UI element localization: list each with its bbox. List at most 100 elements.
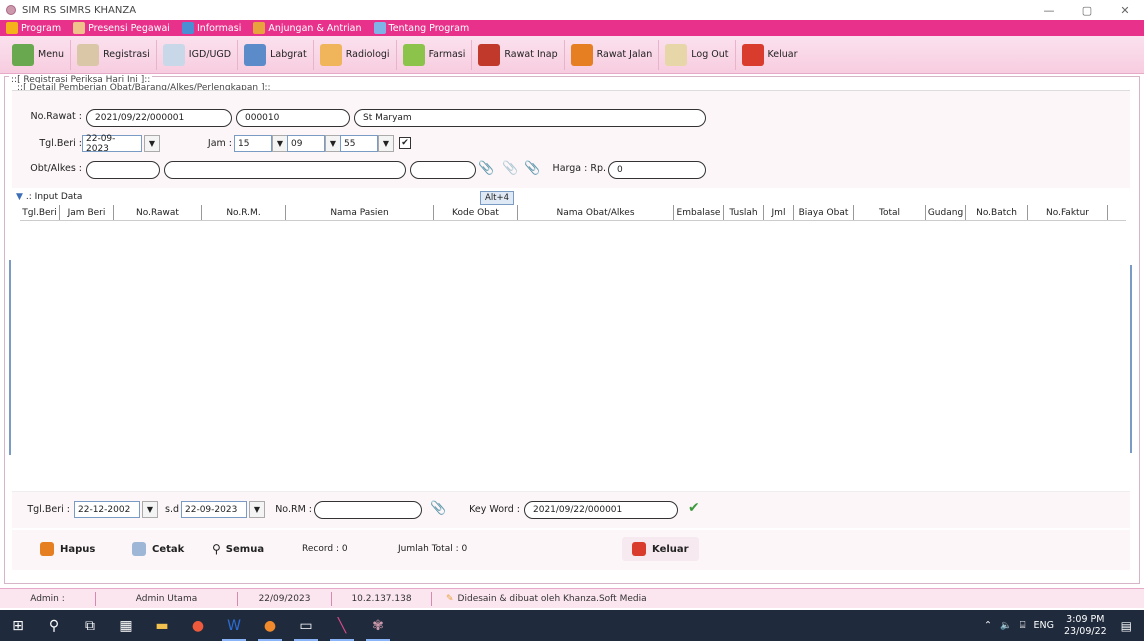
clock-date: 23/09/22 xyxy=(1063,625,1107,637)
search-check-icon[interactable]: ✔ xyxy=(688,500,700,516)
jam-minute-dropdown-icon[interactable]: ▼ xyxy=(325,135,341,152)
maximize-button[interactable]: ▢ xyxy=(1068,0,1106,20)
toolbar-rawat-inap-button[interactable]: Rawat Inap xyxy=(472,39,565,70)
filter-tgl-from-dropdown-icon[interactable]: ▼ xyxy=(142,501,158,518)
lab-icon xyxy=(244,43,267,66)
word-icon[interactable]: W xyxy=(216,610,252,641)
col-tgl-beri[interactable]: Tgl.Beri xyxy=(20,205,60,220)
language-indicator[interactable]: ENG xyxy=(1034,620,1054,631)
semua-button[interactable]: ⚲ Semua xyxy=(202,537,274,561)
tray-chevron-icon[interactable]: ⌃ xyxy=(984,620,992,631)
col-no-rawat[interactable]: No.Rawat xyxy=(114,205,202,220)
toolbar-keluar-button[interactable]: Keluar xyxy=(736,40,804,70)
col-kode-obat[interactable]: Kode Obat xyxy=(434,205,518,220)
menu-informasi[interactable]: Informasi xyxy=(181,22,241,34)
norm-field[interactable] xyxy=(314,501,422,519)
record-count: Record : 0 xyxy=(302,544,348,554)
left-scroll-indicator xyxy=(9,260,11,455)
keluar-button[interactable]: Keluar xyxy=(622,537,699,561)
tgl-beri-dropdown-icon[interactable]: ▼ xyxy=(144,135,160,152)
toolbar-logout-button[interactable]: Log Out xyxy=(659,39,736,70)
kode-obat-field[interactable] xyxy=(86,161,160,179)
attach-icon[interactable]: 📎 xyxy=(502,161,518,176)
toolbar-rawat-jalan-button[interactable]: Rawat Jalan xyxy=(565,39,660,70)
search-icon[interactable]: ⚲ xyxy=(36,610,72,641)
app-p-icon[interactable]: ● xyxy=(252,610,288,641)
table-body[interactable] xyxy=(20,221,1126,489)
attach-alt-icon[interactable]: 📎 xyxy=(524,161,540,176)
filter-tgl-from-field[interactable]: 22-12-2002 xyxy=(74,501,140,518)
satuan-field[interactable] xyxy=(410,161,476,179)
col-no-faktur[interactable]: No.Faktur xyxy=(1028,205,1108,220)
pharmacy-icon xyxy=(402,43,425,66)
jam-hour-field[interactable]: 15 xyxy=(234,135,272,152)
no-rawat-field[interactable]: 2021/09/22/000001 xyxy=(86,109,232,127)
bottom-actions: Hapus Cetak ⚲ Semua Record : 0 Jumlah Tot… xyxy=(12,530,1130,570)
status-credit: ✎ Didesain & dibuat oleh Khanza.Soft Medi… xyxy=(446,593,647,604)
notification-icon[interactable]: ▤ xyxy=(1121,619,1132,633)
windows-start-icon[interactable]: ⊞ xyxy=(0,610,36,641)
status-bar: Admin : Admin Utama 22/09/2023 10.2.137.… xyxy=(0,588,1144,608)
filter-tgl-to-field[interactable]: 22-09-2023 xyxy=(181,501,247,518)
terminal-icon[interactable]: ▭ xyxy=(288,610,324,641)
chrome-icon[interactable]: ● xyxy=(180,610,216,641)
network-icon[interactable]: ⌸ xyxy=(1020,620,1026,631)
menu-presensi[interactable]: Presensi Pegawai xyxy=(73,22,170,34)
col-no-rm[interactable]: No.R.M. xyxy=(202,205,286,220)
close-button[interactable]: ✕ xyxy=(1106,0,1144,20)
col-nama-obat[interactable]: Nama Obat/Alkes xyxy=(518,205,674,220)
no-rm-field[interactable]: 000010 xyxy=(236,109,350,127)
jam-hour-dropdown-icon[interactable]: ▼ xyxy=(272,135,288,152)
volume-icon[interactable]: 🔈 xyxy=(1000,620,1012,631)
col-jam-beri[interactable]: Jam Beri xyxy=(60,205,114,220)
doctor-icon xyxy=(162,43,185,66)
col-total[interactable]: Total xyxy=(854,205,926,220)
jam-second-field[interactable]: 55 xyxy=(340,135,378,152)
pen-app-icon[interactable]: ╲ xyxy=(324,610,360,641)
col-no-batch[interactable]: No.Batch xyxy=(966,205,1028,220)
col-jml[interactable]: Jml xyxy=(764,205,794,220)
menu-tentang[interactable]: Tentang Program xyxy=(373,22,469,34)
toolbar-menu-button[interactable]: Menu xyxy=(6,39,72,70)
input-data-toggle[interactable]: ▼ .: Input Data xyxy=(12,190,1130,204)
menu-anjungan[interactable]: Anjungan & Antrian xyxy=(253,22,362,34)
harga-label: Harga : Rp. xyxy=(552,163,606,174)
toolbar-igd-button[interactable]: IGD/UGD xyxy=(157,39,239,70)
clock[interactable]: 3:09 PM 23/09/22 xyxy=(1064,614,1107,638)
filter-tgl-to-dropdown-icon[interactable]: ▼ xyxy=(249,501,265,518)
col-gudang[interactable]: Gudang xyxy=(926,205,966,220)
menu-program[interactable]: Program xyxy=(6,22,61,34)
task-view-icon[interactable]: ⧉ xyxy=(72,610,108,641)
jam-minute-field[interactable]: 09 xyxy=(287,135,325,152)
col-biaya-obat[interactable]: Biaya Obat xyxy=(794,205,854,220)
file-explorer-icon[interactable]: ▬ xyxy=(144,610,180,641)
vertical-scrollbar[interactable] xyxy=(1130,265,1132,453)
cetak-button[interactable]: Cetak xyxy=(122,537,194,561)
jam-second-dropdown-icon[interactable]: ▼ xyxy=(378,135,394,152)
hapus-button[interactable]: Hapus xyxy=(30,537,105,561)
delete-icon xyxy=(40,542,54,556)
toolbar-labgrat-button[interactable]: Labgrat xyxy=(238,39,314,70)
table-header: Tgl.Beri Jam Beri No.Rawat No.R.M. Nama … xyxy=(20,205,1126,221)
calculator-icon[interactable]: ▦ xyxy=(108,610,144,641)
khanza-app-icon[interactable]: ✾ xyxy=(360,610,396,641)
minimize-button[interactable]: — xyxy=(1030,0,1068,20)
nama-obat-field[interactable] xyxy=(164,161,406,179)
col-embalase[interactable]: Embalase xyxy=(674,205,724,220)
search-obat-icon[interactable]: 📎 xyxy=(478,161,494,176)
nama-pasien-field[interactable]: St Maryam xyxy=(354,109,706,127)
harga-field[interactable]: 0 xyxy=(608,161,706,179)
status-date: 22/09/2023 xyxy=(238,591,332,606)
toolbar-radiologi-button[interactable]: Radiologi xyxy=(314,39,397,70)
keyword-field[interactable]: 2021/09/22/000001 xyxy=(524,501,678,519)
norm-search-icon[interactable]: 📎 xyxy=(430,501,446,516)
hospital-icon xyxy=(478,43,501,66)
tgl-beri-field[interactable]: 22-09-2023 xyxy=(82,134,142,154)
jam-auto-checkbox[interactable]: ✔ xyxy=(399,137,411,149)
toolbar-registrasi-button[interactable]: Registrasi xyxy=(71,39,157,70)
status-user-label: Admin : xyxy=(0,591,96,606)
col-nama-pasien[interactable]: Nama Pasien xyxy=(286,205,434,220)
input-form: No.Rawat : 2021/09/22/000001 000010 St M… xyxy=(12,90,1130,188)
toolbar-farmasi-button[interactable]: Farmasi xyxy=(397,39,473,70)
col-tuslah[interactable]: Tuslah xyxy=(724,205,764,220)
